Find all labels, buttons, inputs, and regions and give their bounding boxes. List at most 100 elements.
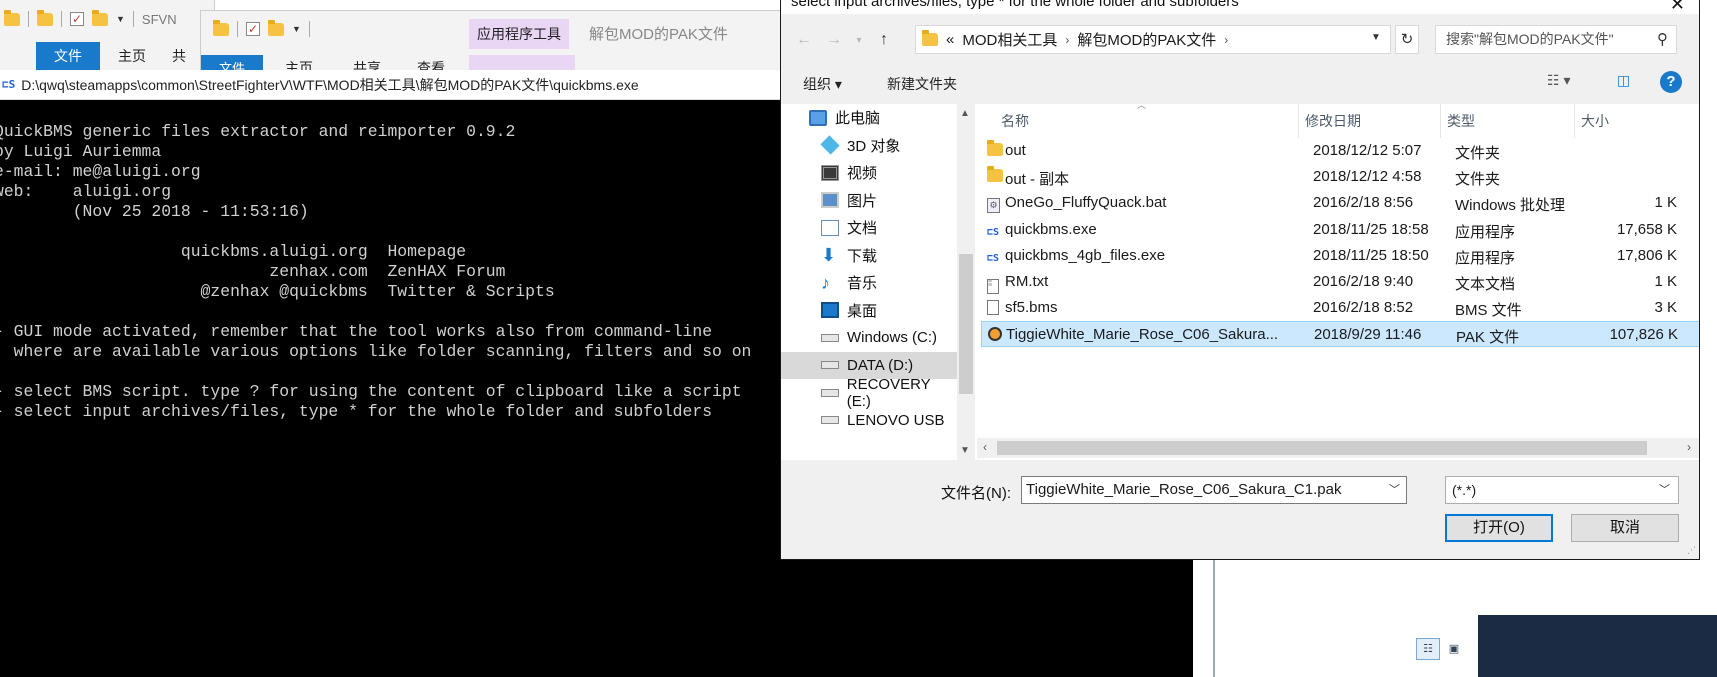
filename-input[interactable]: TiggieWhite_Marie_Rose_C06_Sakura_C1.pak…	[1021, 476, 1407, 504]
details-view-icon[interactable]: ☷	[1416, 638, 1440, 660]
recent-locations-chevron-icon[interactable]: ▾	[849, 35, 869, 46]
nav-item-label: 音乐	[847, 275, 878, 292]
address-bar[interactable]: « MOD相关工具 › 解包MOD的PAK文件 ›	[915, 25, 1391, 54]
change-view-icon[interactable]: ☷ ▾	[1547, 72, 1570, 89]
tab-home[interactable]: 主页	[100, 42, 164, 70]
file-row[interactable]: sf5.bms 2016/2/18 8:52 BMS 文件 3 K	[981, 295, 1699, 321]
scroll-left-icon[interactable]: ‹	[983, 440, 987, 454]
nav-item-此电脑[interactable]: 此电脑	[781, 104, 957, 131]
scrollbar-thumb[interactable]	[959, 254, 973, 394]
scrollbar-thumb[interactable]	[997, 441, 1647, 455]
nav-item-label: 3D 对象	[847, 137, 901, 155]
help-icon[interactable]: ?	[1660, 71, 1682, 93]
file-row[interactable]: TiggieWhite_Marie_Rose_C06_Sakura... 2018…	[981, 321, 1699, 348]
filename-value: TiggieWhite_Marie_Rose_C06_Sakura_C1.pak	[1026, 481, 1342, 498]
file-type: PAK 文件	[1456, 329, 1520, 347]
nav-item-文档[interactable]: 文档	[781, 214, 957, 241]
back-arrow-icon[interactable]: ←	[789, 31, 819, 49]
nav-item-图片[interactable]: 图片	[781, 187, 957, 214]
nav-item-label: RECOVERY (E:)	[846, 375, 931, 410]
nav-scrollbar[interactable]: ▲ ▼	[957, 104, 975, 460]
search-icon[interactable]: ⚲	[1657, 26, 1668, 53]
file-type: 文本文档	[1455, 276, 1516, 293]
file-date: 2018/12/12 5:07	[1313, 142, 1422, 159]
refresh-button[interactable]: ↻	[1395, 25, 1419, 54]
horizontal-scrollbar[interactable]: ‹ ›	[977, 438, 1699, 458]
breadcrumb-overflow[interactable]: «	[946, 31, 954, 48]
nav-item-recovery-e-[interactable]: RECOVERY (E:)	[781, 376, 957, 410]
nav-item-桌面[interactable]: 桌面	[781, 297, 957, 324]
file-date: 2016/2/18 9:40	[1313, 273, 1414, 290]
chevron-down-icon[interactable]: ﹀	[1659, 477, 1670, 503]
breadcrumb-item-mod-tools[interactable]: MOD相关工具	[962, 29, 1057, 50]
up-arrow-icon[interactable]: ↑	[869, 31, 899, 49]
new-folder-icon[interactable]	[268, 19, 284, 36]
search-input[interactable]: 搜索"解包MOD的PAK文件" ⚲	[1435, 25, 1677, 54]
console-title-path: D:\qwq\steamapps\common\StreetFighterV\W…	[21, 76, 639, 93]
open-button[interactable]: 打开(O)	[1445, 514, 1553, 542]
file-date: 2018/12/12 4:58	[1313, 168, 1422, 186]
tab-home[interactable]: 主页	[263, 55, 335, 71]
chevron-down-icon[interactable]: ▼	[116, 14, 125, 24]
tab-share[interactable]: 共享	[335, 55, 399, 71]
preview-pane-icon[interactable]: ◫	[1617, 72, 1630, 89]
large-icons-view-icon[interactable]: ▣	[1442, 638, 1466, 660]
tab-share[interactable]: 共	[164, 42, 204, 70]
nav-item-lenovo-usb[interactable]: LENOVO USB	[781, 407, 957, 434]
forward-arrow-icon[interactable]: →	[819, 31, 849, 49]
nav-item-音乐[interactable]: ♪ 音乐	[781, 269, 957, 296]
chevron-right-icon[interactable]: ›	[1065, 33, 1069, 47]
dialog-toolbar: 组织 ▾ 新建文件夹 ☷ ▾ ◫ ?	[781, 66, 1699, 100]
folder-icon[interactable]	[37, 9, 53, 26]
nav-item-3d-对象[interactable]: 3D 对象	[781, 132, 957, 159]
nav-item-视频[interactable]: 视频	[781, 159, 957, 186]
chevron-right-icon[interactable]: ›	[1224, 33, 1228, 47]
tab-application-tools[interactable]: 应用程序工具	[469, 19, 569, 49]
nav-item-data-d-[interactable]: DATA (D:)	[781, 351, 957, 379]
nav-item-windows-c-[interactable]: Windows (C:)	[781, 324, 957, 351]
file-row[interactable]: ⊏S quickbms.exe 2018/11/25 18:58 应用程序 17,658…	[981, 217, 1699, 243]
drive-icon	[821, 416, 839, 424]
chevron-down-icon[interactable]: ﹀	[1389, 477, 1400, 503]
3d-objects-icon	[820, 135, 840, 155]
file-size: 17,658 K	[1616, 220, 1677, 238]
video-icon	[821, 164, 839, 181]
new-folder-icon[interactable]	[92, 9, 108, 26]
cancel-button[interactable]: 取消	[1571, 514, 1679, 542]
dialog-titlebar[interactable]: select input archives/files, type * for …	[781, 0, 1699, 14]
scroll-up-icon[interactable]: ▲	[960, 108, 970, 119]
chevron-down-icon[interactable]: ▼	[292, 24, 301, 34]
file-type-filter-select[interactable]: (*.*) ﹀	[1445, 476, 1679, 504]
column-header-size[interactable]: 大小	[1575, 104, 1699, 138]
file-type: 文件夹	[1455, 171, 1501, 189]
new-folder-button[interactable]: 新建文件夹	[887, 74, 957, 94]
file-row[interactable]: ≡ ≡ RM.txt 2016/2/18 9:40 文本文档 1 K	[981, 269, 1699, 295]
breadcrumb-item-unpack-pak[interactable]: 解包MOD的PAK文件	[1077, 29, 1216, 50]
tab-manage[interactable]	[469, 55, 575, 71]
properties-check-icon[interactable]: ✓	[70, 12, 84, 26]
tab-file[interactable]: 文件	[36, 42, 100, 70]
folder-icon	[4, 9, 20, 26]
file-row[interactable]: out 2018/12/12 5:07 文件夹	[981, 138, 1699, 164]
column-header-type[interactable]: 类型	[1441, 104, 1575, 138]
scroll-right-icon[interactable]: ›	[1687, 440, 1691, 454]
ribbon-tabs: 文件 主页 共	[36, 42, 204, 70]
file-name: sf5.bms	[1005, 299, 1058, 317]
console-titlebar[interactable]: ⊏S D:\qwq\steamapps\common\StreetFighter…	[0, 70, 780, 100]
file-row[interactable]: out - 副本 2018/12/12 4:58 文件夹	[981, 164, 1699, 190]
properties-check-icon[interactable]: ✓	[246, 22, 260, 36]
nav-item-下载[interactable]: ⬇ 下载	[781, 242, 957, 269]
scroll-down-icon[interactable]: ▼	[960, 445, 970, 456]
quickbms-exe-icon: ⊏S	[987, 226, 1000, 238]
file-row[interactable]: ⊏S quickbms_4gb_files.exe 2018/11/25 18:50…	[981, 243, 1699, 269]
close-icon[interactable]: ✕	[1670, 0, 1685, 14]
file-open-dialog: select input archives/files, type * for …	[780, 0, 1700, 560]
resize-grip-icon[interactable]: ⋰	[1687, 545, 1696, 556]
file-row[interactable]: ⚙ OneGo_FluffyQuack.bat 2016/2/18 8:56 Wind…	[981, 190, 1699, 216]
column-header-date[interactable]: 修改日期	[1299, 104, 1441, 138]
tab-view[interactable]: 查看	[399, 55, 463, 71]
tab-file[interactable]: 文件	[201, 55, 264, 71]
chevron-down-icon[interactable]: ▼	[1371, 32, 1381, 43]
organize-button[interactable]: 组织 ▾	[803, 74, 842, 94]
file-size: 17,806 K	[1616, 246, 1677, 264]
